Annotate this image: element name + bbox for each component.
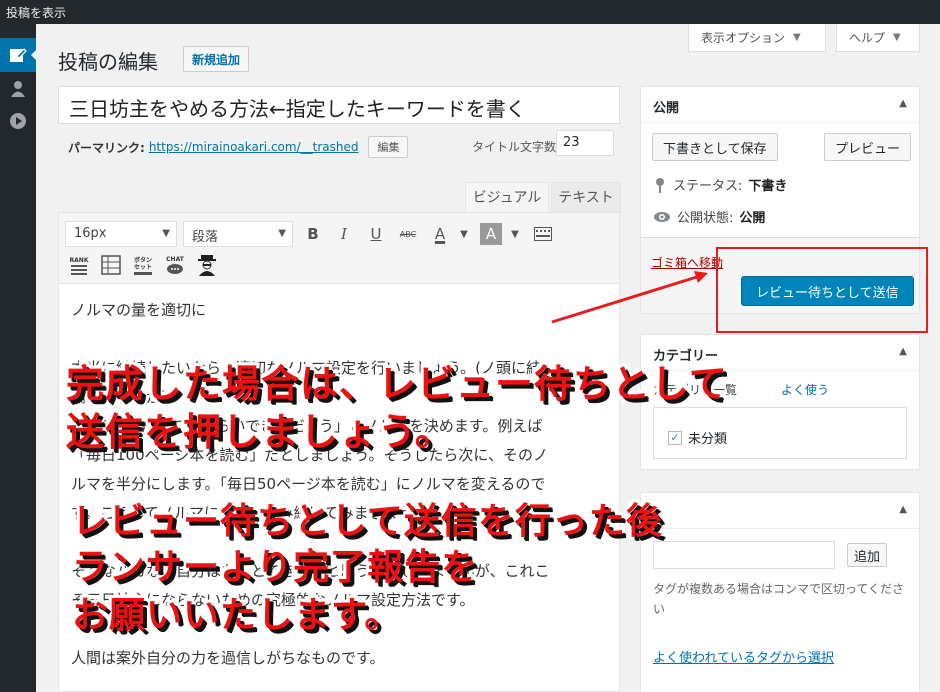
status-label: ステータス: — [673, 179, 743, 194]
table-icon[interactable] — [99, 253, 123, 277]
italic-icon[interactable]: I — [333, 223, 355, 245]
permalink-label: パーマリンク: — [68, 140, 145, 155]
editor-paragraph: ルマを半分にします。「毎日50ページ本を読む」にノルマを変えるので — [71, 475, 546, 493]
admin-sidebar — [0, 24, 37, 692]
category-item[interactable]: ✓ 未分類 — [668, 428, 727, 447]
highlight-box — [716, 247, 928, 333]
save-draft-button[interactable]: 下書きとして保存 — [652, 133, 778, 161]
permalink-edit-button[interactable]: 編集 — [368, 136, 409, 158]
chevron-up-icon[interactable]: ▲ — [899, 504, 907, 515]
annotation-line-5: お願いいたします。 — [72, 595, 402, 636]
format-select[interactable]: 段落 ▼ — [183, 221, 293, 247]
rank-label: RANK — [70, 257, 89, 264]
permalink-url[interactable]: https://mirainoakari.com/__trashed — [149, 140, 359, 154]
rank-icon[interactable]: RANK — [67, 253, 91, 277]
posts-menu-icon[interactable] — [0, 38, 37, 72]
annotation-line-2: 送信を押しましょう。 — [66, 410, 454, 454]
admin-bar: 投稿を表示 — [0, 0, 940, 24]
screen-options-button[interactable]: 表示オプション ▼ — [688, 24, 826, 52]
publish-box-header[interactable]: 公開 ▲ — [641, 87, 919, 123]
screen-options-label: 表示オプション — [701, 31, 786, 45]
help-button[interactable]: ヘルプ ▼ — [836, 24, 920, 52]
editor-toolbar: 16px ▼ 段落 ▼ B I U ABC A ▼ A ▼ RANK ボタン セット … — [58, 212, 620, 284]
popular-tags-link[interactable]: よく使われているタグから選択 — [653, 647, 834, 666]
annotation-line-1: 完成した場合は、レビュー待ちとして — [66, 362, 728, 406]
visibility-row: 公開状態: 公開 — [653, 207, 765, 226]
strikethrough-icon[interactable]: ABC — [397, 223, 419, 245]
category-list: ✓ 未分類 — [653, 407, 907, 459]
chevron-up-icon[interactable]: ▲ — [899, 346, 907, 357]
tab-visual[interactable]: ビジュアル — [465, 182, 549, 212]
chevron-down-icon[interactable]: ▼ — [453, 223, 475, 245]
post-title-input[interactable]: 三日坊主をやめる方法←指定したキーワードを書く — [58, 86, 620, 124]
toolbar-toggle-icon[interactable] — [532, 223, 554, 245]
editor-paragraph: 人間は案外自分の力を過信しがちなものです。 — [71, 649, 385, 667]
chat-label: CHAT — [166, 256, 185, 263]
title-count-label: タイトル文字数: — [472, 140, 561, 154]
user-menu-icon[interactable] — [0, 72, 36, 106]
status-row: ステータス: 下書き — [653, 175, 787, 194]
background-color-icon[interactable]: A — [480, 223, 502, 245]
tag-box: ▲ 追加 タグが複数ある場合はコンマで区切ってください よく使われているタグから… — [640, 492, 920, 692]
chevron-down-icon: ▼ — [162, 228, 170, 239]
tag-add-button[interactable]: 追加 — [847, 543, 888, 567]
font-size-value: 16px — [74, 226, 107, 241]
chat-icon[interactable]: CHAT — [163, 253, 187, 277]
font-size-select[interactable]: 16px ▼ — [65, 221, 177, 247]
editor-paragraph — [71, 325, 607, 354]
tab-popular-categories[interactable]: よく使う — [781, 381, 829, 398]
add-new-button[interactable]: 新規追加 — [183, 46, 250, 72]
tag-box-header[interactable]: ▲ — [641, 493, 919, 529]
page-title: 投稿の編集 — [58, 50, 158, 74]
text-color-icon[interactable]: A — [429, 223, 451, 245]
publish-title: 公開 — [653, 101, 680, 116]
media-play-icon[interactable] — [0, 104, 36, 138]
permalink-row: パーマリンク: https://mirainoakari.com/__trash… — [68, 136, 409, 158]
pin-icon — [656, 177, 664, 193]
tab-text[interactable]: テキスト — [551, 182, 621, 212]
category-checkbox[interactable]: ✓ — [668, 430, 682, 445]
svg-text:セット: セット — [134, 264, 152, 271]
chevron-down-icon: ▼ — [278, 228, 286, 239]
annotation-line-3: レビュー待ちとして送信を行った後 — [72, 501, 663, 542]
person-icon[interactable] — [195, 253, 219, 277]
chevron-down-icon[interactable]: ▼ — [504, 223, 526, 245]
underline-icon[interactable]: U — [365, 223, 387, 245]
bold-icon[interactable]: B — [302, 223, 324, 245]
chevron-down-icon: ▼ — [793, 32, 801, 43]
format-value: 段落 — [192, 230, 219, 245]
eye-icon — [654, 211, 670, 222]
view-post-link[interactable]: 投稿を表示 — [6, 4, 66, 21]
tag-hint: タグが複数ある場合はコンマで区切ってください — [653, 582, 905, 616]
title-count-field[interactable]: 23 — [556, 130, 614, 156]
button-set-icon[interactable]: ボタン セット — [131, 253, 155, 277]
tag-input[interactable] — [653, 541, 835, 569]
svg-text:ボタン: ボタン — [134, 256, 152, 264]
category-item-label: 未分類 — [688, 432, 728, 447]
editor-paragraph: ノルマの量を適切に — [71, 301, 207, 319]
trash-link[interactable]: ゴミ箱へ移動 — [651, 254, 723, 271]
chevron-up-icon[interactable]: ▲ — [899, 98, 907, 109]
help-label: ヘルプ — [849, 31, 886, 45]
annotation-line-4: ランサーより完了報告を — [72, 547, 479, 588]
visibility-value: 公開 — [739, 211, 766, 226]
visibility-label: 公開状態: — [677, 211, 734, 226]
preview-button[interactable]: プレビュー — [824, 133, 912, 161]
status-value: 下書き — [748, 179, 788, 194]
chevron-down-icon: ▼ — [893, 32, 901, 43]
